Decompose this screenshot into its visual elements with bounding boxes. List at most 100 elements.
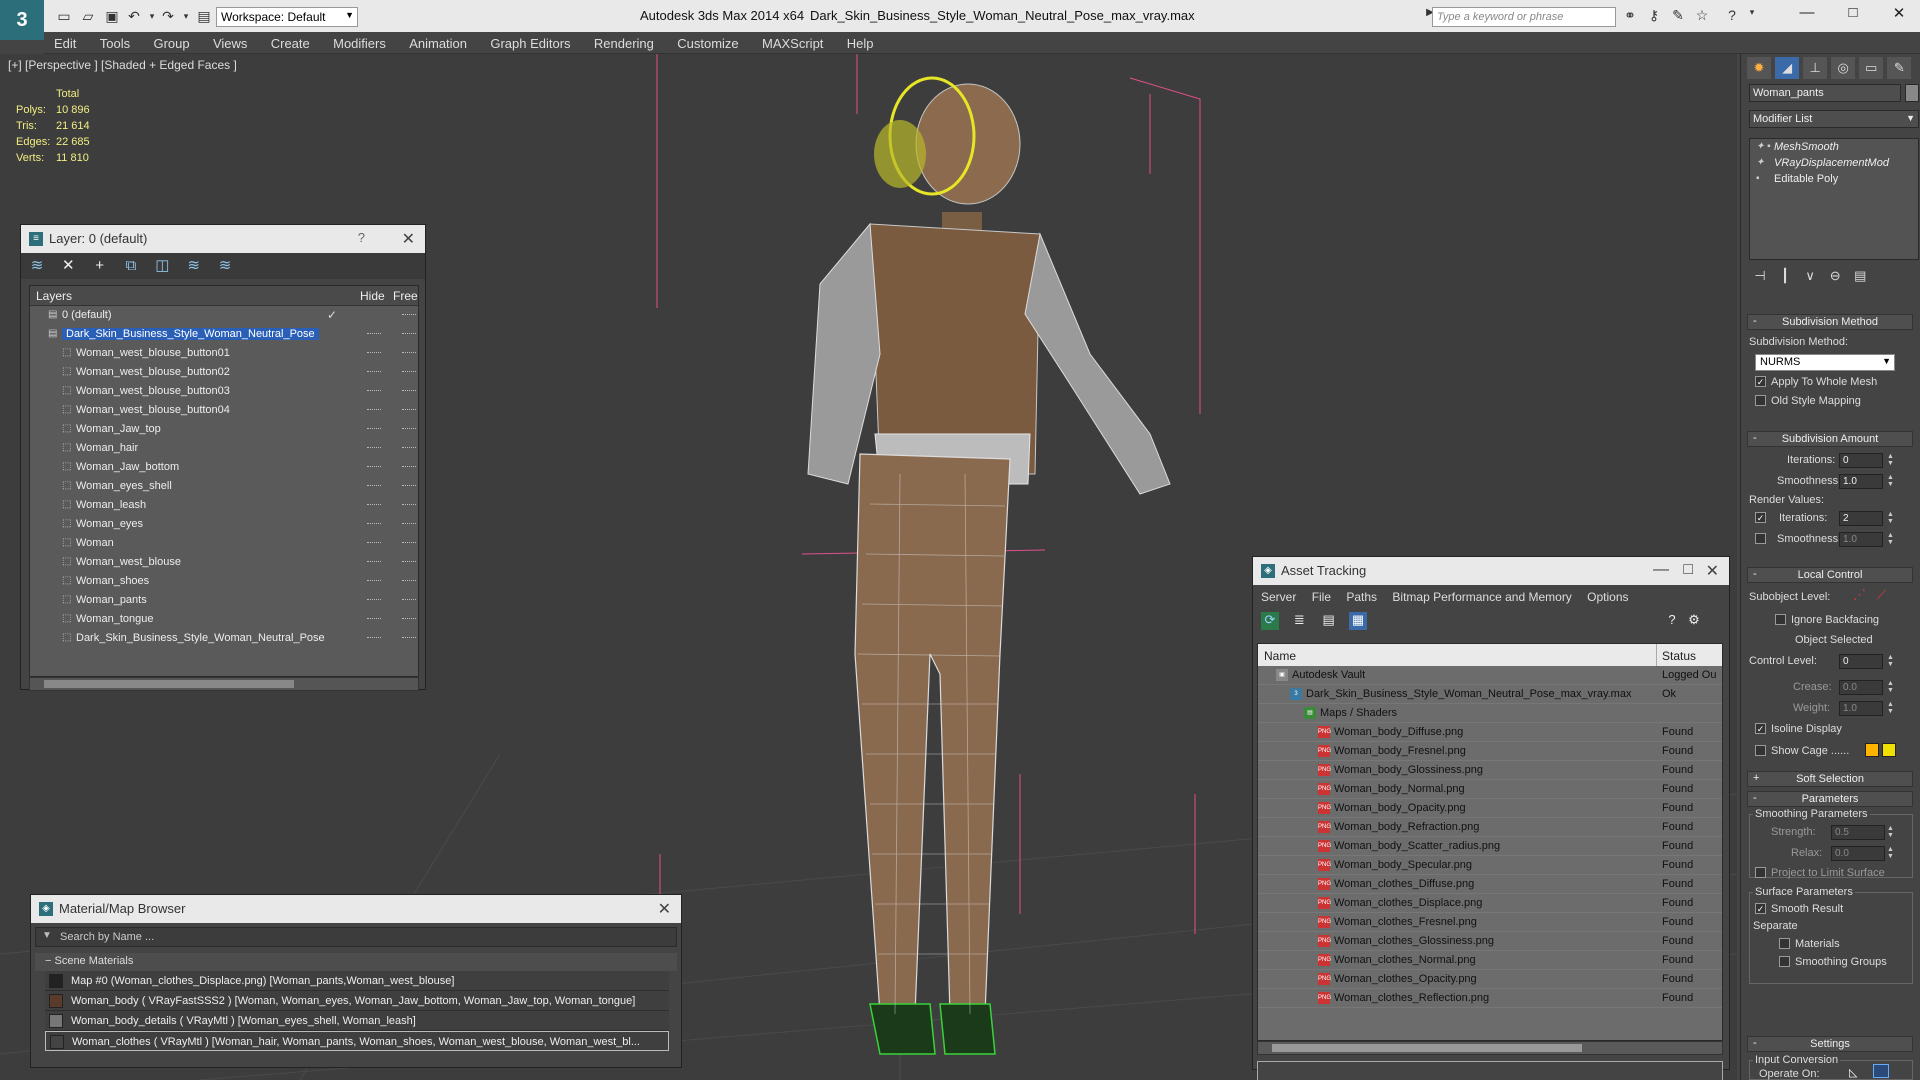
help-icon[interactable]: ? (1722, 7, 1742, 25)
freeze-toggle[interactable] (402, 504, 416, 506)
scrollbar-thumb[interactable] (44, 680, 294, 688)
cage-color-swatch-2[interactable] (1882, 743, 1896, 757)
layer-name[interactable]: Woman_Jaw_top (76, 423, 161, 435)
modifier-list-dropdown[interactable]: Modifier List ▼ (1749, 110, 1919, 128)
layer-window-titlebar[interactable]: ≡ Layer: 0 (default) ? ✕ (21, 225, 425, 253)
cage-color-swatch-1[interactable] (1865, 743, 1879, 757)
hide-toggle[interactable] (367, 428, 381, 430)
spinner-arrows-icon[interactable]: ▲ ▼ (1887, 701, 1895, 716)
refresh-icon[interactable]: ⟳ (1261, 612, 1279, 630)
open-file-icon[interactable]: ▱ (80, 8, 96, 24)
column-status[interactable]: Status (1662, 649, 1696, 663)
freeze-toggle[interactable] (402, 333, 416, 335)
freeze-toggle[interactable] (402, 561, 416, 563)
rollout-local-control[interactable]: - Local Control (1747, 567, 1913, 583)
layer-name[interactable]: Woman_hair (76, 442, 138, 454)
layer-name[interactable]: Woman_eyes_shell (76, 480, 172, 492)
close-icon[interactable]: ✕ (658, 899, 671, 919)
render-iterations-spinner[interactable]: 2 (1839, 511, 1883, 526)
project-limit-surface-checkbox[interactable] (1755, 867, 1766, 878)
weight-spinner[interactable]: 1.0 (1839, 701, 1883, 716)
configure-modifier-sets-icon[interactable]: ▤ (1849, 268, 1871, 284)
lightbulb-icon[interactable]: ✦ ▪ (1756, 141, 1771, 152)
render-iterations-checkbox[interactable]: ✓ (1755, 512, 1766, 523)
freeze-toggle[interactable] (402, 409, 416, 411)
layer-name[interactable]: Woman_Jaw_bottom (76, 461, 179, 473)
asset-row[interactable]: PNG Woman_body_Glossiness.png Found (1258, 761, 1722, 780)
edge-level-icon[interactable]: ⟋ (1877, 587, 1886, 603)
render-smoothness-spinner[interactable]: 1.0 (1839, 532, 1883, 547)
help-search-input[interactable]: Type a keyword or phrase (1432, 7, 1616, 27)
rollout-subdivision-method[interactable]: - Subdivision Method (1747, 314, 1913, 330)
hide-toggle[interactable] (367, 352, 381, 354)
asset-row[interactable]: PNG Woman_body_Specular.png Found (1258, 856, 1722, 875)
asset-row[interactable]: PNG Woman_body_Diffuse.png Found (1258, 723, 1722, 742)
layer-row[interactable]: ⬚ Woman_pants (30, 591, 418, 610)
layer-name[interactable]: 0 (default) (62, 309, 112, 321)
material-browser-titlebar[interactable]: ◈ Material/Map Browser ✕ (31, 895, 681, 923)
select-objects-icon[interactable]: ⧉ (121, 256, 141, 276)
material-row[interactable]: Woman_clothes ( VRayMtl ) [Woman_hair, W… (45, 1031, 669, 1051)
show-end-result-icon[interactable]: ┃ (1774, 268, 1796, 284)
help-icon[interactable]: ? (1663, 612, 1681, 630)
highlight-layer-icon[interactable]: ◫ (152, 256, 172, 276)
layer-row[interactable]: ⬚ Woman_west_blouse_button03 (30, 382, 418, 401)
asset-tracking-titlebar[interactable]: ◈ Asset Tracking — □ ✕ (1253, 557, 1729, 585)
help-icon[interactable]: ? (358, 230, 365, 245)
freeze-toggle[interactable] (402, 371, 416, 373)
layer-row[interactable]: ⬚ Woman_west_blouse_button01 (30, 344, 418, 363)
layer-name[interactable]: Woman_leash (76, 499, 146, 511)
layer-row[interactable]: ▤ Dark_Skin_Business_Style_Woman_Neutral_… (30, 325, 418, 344)
spinner-arrows-icon[interactable]: ▲ ▼ (1887, 654, 1895, 669)
layer-row[interactable]: ⬚ Woman_eyes (30, 515, 418, 534)
hide-toggle[interactable] (367, 333, 381, 335)
apply-whole-mesh-checkbox[interactable]: ✓ (1755, 376, 1766, 387)
asset-row[interactable]: ▤ Maps / Shaders (1258, 704, 1722, 723)
asset-row[interactable]: PNG Woman_clothes_Normal.png Found (1258, 951, 1722, 970)
hide-toggle[interactable] (367, 390, 381, 392)
remove-modifier-icon[interactable]: ⊖ (1824, 268, 1846, 284)
redo-dropdown-icon[interactable]: ▾ (178, 8, 194, 24)
redo-icon[interactable]: ↷ (160, 8, 176, 24)
freeze-toggle[interactable] (402, 314, 416, 316)
crease-spinner[interactable]: 0.0 (1839, 680, 1883, 695)
layer-row[interactable]: ⬚ Dark_Skin_Business_Style_Woman_Neutral_… (30, 629, 418, 648)
layer-name[interactable]: Woman_west_blouse (76, 556, 181, 568)
column-layers[interactable]: Layers (36, 289, 72, 303)
freeze-toggle[interactable] (402, 428, 416, 430)
material-row[interactable]: Woman_body ( VRayFastSSS2 ) [Woman, Woma… (45, 991, 669, 1011)
freeze-toggle[interactable] (402, 618, 416, 620)
layer-name[interactable]: Woman_shoes (76, 575, 149, 587)
control-level-spinner[interactable]: 0 (1839, 654, 1883, 669)
freeze-toggle[interactable] (402, 580, 416, 582)
hierarchy-tab-icon[interactable]: ⊥ (1803, 57, 1828, 79)
list-view-icon[interactable]: ≣ (1290, 612, 1308, 630)
asset-horizontal-scrollbar[interactable] (1257, 1041, 1723, 1055)
save-file-icon[interactable]: ▣ (104, 8, 120, 24)
layer-name[interactable]: Woman (76, 537, 114, 549)
old-style-mapping-checkbox[interactable] (1755, 395, 1766, 406)
pin-stack-icon[interactable]: ⊣ (1749, 268, 1771, 284)
hide-toggle[interactable] (367, 447, 381, 449)
hide-toggle[interactable] (367, 485, 381, 487)
asset-row[interactable]: PNG Woman_body_Fresnel.png Found (1258, 742, 1722, 761)
spinner-arrows-icon[interactable]: ▲ ▼ (1887, 680, 1895, 695)
make-unique-icon[interactable]: ∨ (1799, 268, 1821, 284)
smoothness-spinner[interactable]: 1.0 (1839, 474, 1883, 489)
close-window-icon[interactable]: ✕ (1884, 4, 1914, 26)
freeze-toggle[interactable] (402, 485, 416, 487)
asset-row[interactable]: PNG Woman_body_Normal.png Found (1258, 780, 1722, 799)
scrollbar-thumb[interactable] (1272, 1044, 1582, 1052)
column-name[interactable]: Name (1264, 649, 1296, 663)
operate-on-polygons-icon[interactable] (1873, 1064, 1889, 1078)
smooth-result-checkbox[interactable]: ✓ (1755, 903, 1766, 914)
hide-toggle[interactable] (367, 599, 381, 601)
iterations-spinner[interactable]: 0 (1839, 453, 1883, 468)
spinner-arrows-icon[interactable]: ▲ ▼ (1887, 532, 1895, 547)
favorites-star-icon[interactable]: ☆ (1692, 7, 1712, 25)
freeze-toggle[interactable] (402, 352, 416, 354)
relax-spinner[interactable]: 0.0 (1831, 846, 1885, 861)
spinner-arrows-icon[interactable]: ▲ ▼ (1887, 825, 1895, 840)
object-color-swatch[interactable] (1905, 84, 1919, 102)
layer-name[interactable]: Woman_west_blouse_button01 (76, 347, 230, 359)
